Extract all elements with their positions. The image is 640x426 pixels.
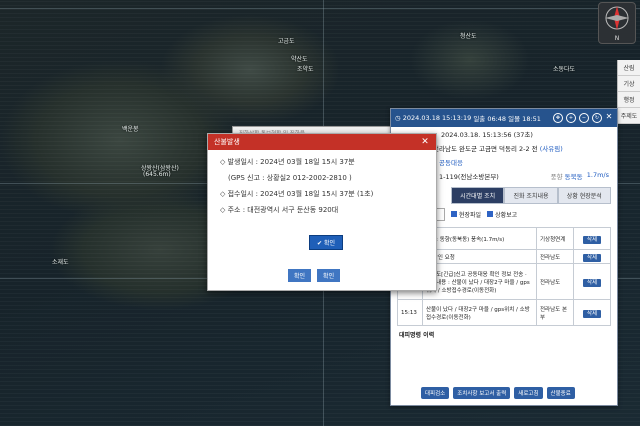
map-label-cheongsan: 청산도 <box>460 33 477 40</box>
evacuation-history-title: 대피명령 이력 <box>399 332 435 339</box>
refresh-icon[interactable]: ↻ <box>592 113 602 123</box>
zoom-in-icon[interactable]: + <box>566 113 576 123</box>
delete-button[interactable]: 삭제 <box>582 278 602 287</box>
fire-address: ◇ 주소 : 대전광역시 서구 둔산동 920대 <box>220 206 339 214</box>
map-label-elevation: (645.6m) <box>143 171 171 178</box>
delete-button[interactable]: 삭제 <box>582 253 602 262</box>
zoom-out-icon[interactable]: − <box>579 113 589 123</box>
fire-location: 전라남도 완도군 고금면 덕동리 2-2 전 <box>433 145 538 153</box>
tab-suppression[interactable]: 진화 조치내용 <box>504 187 558 204</box>
panel-tabs: 시간대별 조치 진화 조치내용 상황 현장분석 <box>451 187 611 204</box>
compass-icon <box>605 6 629 30</box>
row-content: 풍속: 동향(동북동) 풍속(1.7m/s) <box>422 227 537 250</box>
agency: 1-119(전남소방본부) <box>439 173 499 181</box>
occurrence-time: ◇ 발생일시 : 2024년 03월 18일 15시 37분 <box>220 158 355 166</box>
checkbox-report[interactable]: 상황보고 <box>487 210 517 219</box>
row-time: 15:13 <box>397 299 423 326</box>
confirm-button[interactable]: ✔ 확인 <box>309 235 343 250</box>
map-label-baekun: 백운봉 <box>122 126 139 133</box>
row-org: 전라남도 <box>536 263 574 300</box>
toolbar-item-admin[interactable]: 행정 <box>618 92 640 108</box>
header-sunset: 일몰 18:51 <box>508 115 541 123</box>
row-content: 산불이 났다 / 대장2구 마을 / gps위치 / 소방접수경로(이동전화) <box>422 299 537 326</box>
wind-speed: 1.7m/s <box>586 171 609 179</box>
evacuation-button[interactable]: 대피검소 <box>421 387 450 399</box>
map-label-gogeum: 고금도 <box>278 38 295 45</box>
fire-alert-title: 산불발생 <box>214 138 240 146</box>
delete-button[interactable]: 삭제 <box>582 309 602 318</box>
compass-label: N <box>614 35 620 42</box>
fire-alert-header: 산불발생 ✕ <box>208 134 436 150</box>
map-label-sodongda: 소동다도 <box>553 66 576 73</box>
map-label-joyak: 조약도 <box>297 66 314 73</box>
close-icon[interactable]: ✕ <box>605 113 613 121</box>
row-content: 군 확인 요청 <box>422 249 537 264</box>
refresh-button[interactable]: 새로고침 <box>514 387 543 399</box>
header-date: 2024.03.18 15:13:19 <box>402 114 472 122</box>
fire-alert-dialog: 산불발생 ✕ ◇ 발생일시 : 2024년 03월 18일 15시 37분 (G… <box>207 133 437 291</box>
row-content: 전남도[긴급]신고 공동대응 확인 정보 전송 · 전화내용 : 산불이 났다 … <box>422 263 537 300</box>
print-report-button[interactable]: 조치사항 보고서 출력 <box>453 387 511 399</box>
location-tag[interactable]: (사유림) <box>540 145 563 153</box>
map-label-sojae: 소재도 <box>52 259 69 266</box>
close-icon[interactable]: ✕ <box>420 137 430 147</box>
map-label-yaksan: 약산도 <box>291 56 308 63</box>
row-org: 전라남도 <box>536 249 574 264</box>
header-sunrise: 일출 06:48 <box>473 115 507 123</box>
toolbar-item-theme[interactable]: 주제도 <box>618 108 640 124</box>
compass-widget[interactable]: N <box>598 2 636 44</box>
row-org: 전라남도 본부 <box>536 299 574 326</box>
map-layer-toolbar: 산림 기상 행정 주제도 <box>617 60 640 124</box>
gps-report: (GPS 신고 : 상황실2 012-2002-2810 ) <box>228 174 352 182</box>
delete-button[interactable]: 삭제 <box>582 235 602 244</box>
toolbar-item-forest[interactable]: 산림 <box>618 60 640 76</box>
move-icon[interactable]: ✥ <box>553 113 563 123</box>
ghost-confirm-button[interactable]: 확인 <box>288 269 312 282</box>
row-org: 기상청연계 <box>536 227 574 250</box>
wind-direction: 동북동 <box>564 173 583 181</box>
end-fire-button[interactable]: 산불종료 <box>546 387 575 399</box>
wind-label: 풍향 <box>550 173 563 181</box>
toolbar-item-weather[interactable]: 기상 <box>618 76 640 92</box>
clock-icon: ◷ <box>395 114 403 122</box>
checkbox-field[interactable]: 현장파일 <box>451 210 481 219</box>
tab-time-actions[interactable]: 시간대별 조치 <box>451 187 505 204</box>
ghost-confirm-button-2[interactable]: 확인 <box>317 269 341 282</box>
table-row: 15:13 산불이 났다 / 대장2구 마을 / gps위치 / 소방접수경로(… <box>397 299 611 326</box>
panel-header: ◷ 2024.03.18 15:13:19 일출 06:48 일몰 18:51 … <box>391 109 617 127</box>
tab-analysis[interactable]: 상황 현장분석 <box>557 187 611 204</box>
map-label-mountain: 상왕산(삼왕산) <box>141 165 179 172</box>
receipt-time: ◇ 접수일시 : 2024년 03월 18일 15시 37분 (1초) <box>220 190 374 198</box>
